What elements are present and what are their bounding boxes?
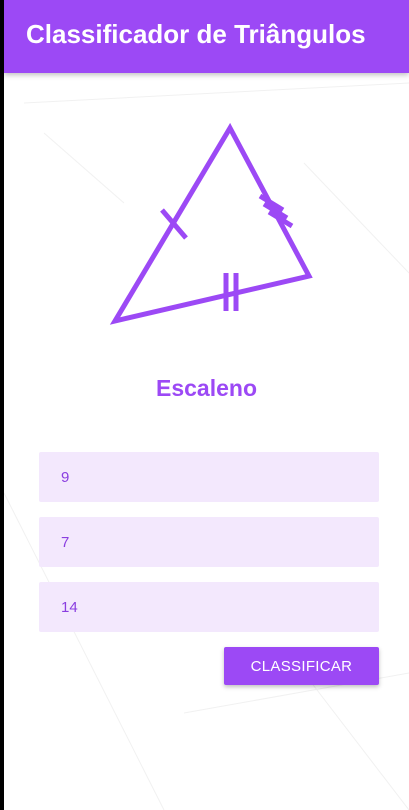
side-a-input[interactable] <box>39 452 379 502</box>
classify-button[interactable]: CLASSIFICAR <box>224 647 379 685</box>
app-screen: Classificador de Triângulos Escaleno CLA… <box>4 0 409 810</box>
classification-result: Escaleno <box>156 375 257 401</box>
side-b-input[interactable] <box>39 517 379 567</box>
app-title: Classificador de Triângulos <box>26 19 366 49</box>
app-bar: Classificador de Triângulos <box>4 0 409 73</box>
side-c-input[interactable] <box>39 582 379 632</box>
scalene-triangle-icon <box>109 122 313 325</box>
